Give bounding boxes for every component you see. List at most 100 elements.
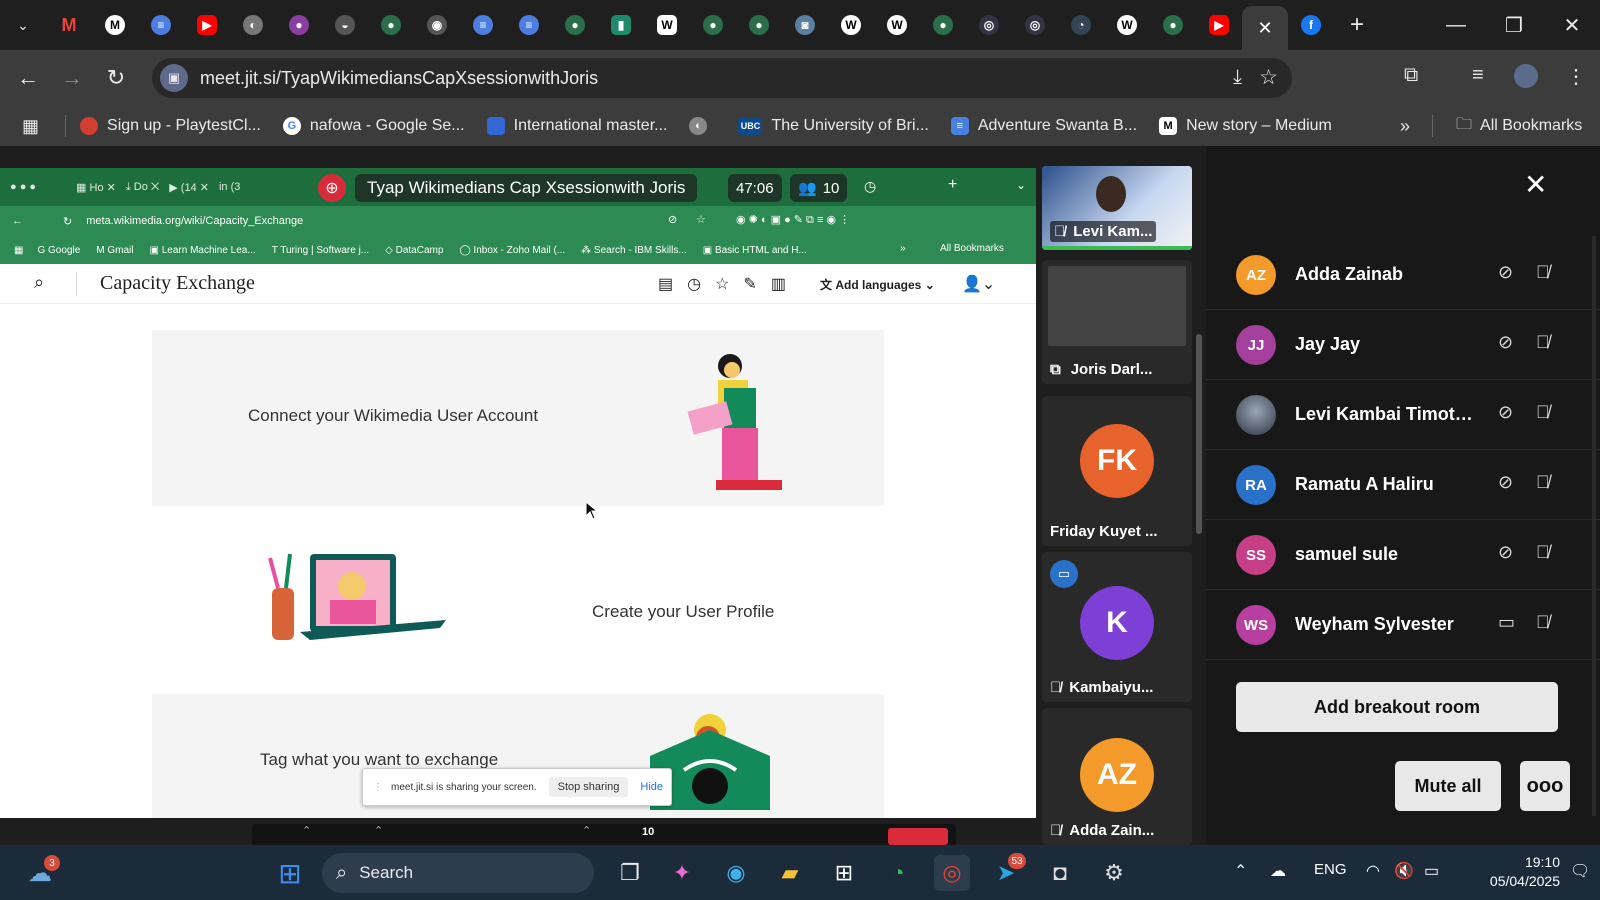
notifications-icon[interactable]: 🗨 [1570, 861, 1590, 881]
chevron-up-icon[interactable]: ⌃ [582, 824, 591, 837]
task-view-button[interactable]: ❐ [612, 855, 648, 891]
tab-app-2[interactable]: ◒ [322, 0, 368, 50]
bookmark-international[interactable]: International master... [486, 117, 667, 135]
reload-button[interactable]: ↻ [94, 58, 138, 98]
thumb-friday[interactable]: FK Friday Kuyet ... [1042, 396, 1192, 546]
weather-widget[interactable]: ☁ 3 [22, 855, 60, 891]
participant-row[interactable]: JJ Jay Jay ⊘ 🎙̸ [1206, 310, 1600, 380]
scrollbar-thumb[interactable] [1196, 334, 1202, 534]
bookmark-adventure[interactable]: ≡ Adventure Swanta B... [950, 117, 1137, 135]
new-tab-button[interactable]: + [1334, 0, 1380, 50]
bookmark-globe[interactable]: ◐ [689, 117, 716, 135]
thumb-kambaiyu[interactable]: ▭ K 🎙̸ Kambaiyu... [1042, 552, 1192, 702]
tab-wikipedia-2[interactable]: W [828, 0, 874, 50]
tab-wikipedia-3[interactable]: W [874, 0, 920, 50]
participant-row[interactable]: Levi Kambai Timoth... ⊘ 🎙̸ [1206, 380, 1600, 450]
tab-medium[interactable]: M [92, 0, 138, 50]
tab-gmail[interactable]: M [46, 0, 92, 50]
site-info-icon[interactable]: ▣ [160, 64, 188, 92]
menu-kebab-icon[interactable]: ⋮ [1566, 64, 1586, 89]
taskbar-search[interactable]: ⌕ Search [322, 853, 594, 893]
volume-muted-icon[interactable]: 🔇 [1394, 861, 1414, 881]
participant-count[interactable]: 👥 10 [790, 174, 848, 202]
restore-button[interactable]: ❐ [1486, 0, 1542, 50]
minimize-button[interactable]: — [1428, 0, 1484, 50]
tab-app-1[interactable]: ● [276, 0, 322, 50]
forward-button[interactable]: → [50, 58, 94, 98]
tab-app-7[interactable]: ● [690, 0, 736, 50]
tab-jitsi-active[interactable]: ✕ [1242, 6, 1288, 50]
thumb-joris[interactable]: ⧉ Joris Darl... [1042, 260, 1192, 384]
participant-row[interactable]: RA Ramatu A Haliru ⊘ 🎙̸ [1206, 450, 1600, 520]
chevron-up-icon[interactable]: ⌃ [302, 824, 311, 837]
language-indicator[interactable]: ENG [1314, 861, 1347, 878]
chrome-button[interactable]: ◎ [934, 855, 970, 891]
whatsapp-button[interactable]: ◔ [880, 855, 916, 891]
tab-app-3[interactable]: ● [368, 0, 414, 50]
tab-docs-2[interactable]: ≡ [460, 0, 506, 50]
tab-app-8[interactable]: ● [736, 0, 782, 50]
install-app-icon[interactable]: ⤓ [1233, 66, 1242, 89]
profile-avatar[interactable] [1514, 64, 1538, 88]
tab-globe[interactable]: ◐ [230, 0, 276, 50]
tab-app-6[interactable]: ▮ [598, 0, 644, 50]
panel-scrollbar[interactable] [1592, 236, 1596, 816]
leave-button[interactable] [888, 828, 948, 845]
store-button[interactable]: ⊞ [826, 855, 862, 891]
participant-row[interactable]: SS samuel sule ⊘ 🎙̸ [1206, 520, 1600, 590]
all-bookmarks[interactable]: 🗀 All Bookmarks [1456, 113, 1582, 140]
file-explorer-button[interactable]: ▰ [772, 855, 808, 891]
participant-row[interactable]: WS Weyham Sylvester ▭ 🎙̸ [1206, 590, 1600, 660]
wifi-icon[interactable]: ◠ [1366, 861, 1380, 881]
filmstrip-scrollbar[interactable] [1196, 254, 1202, 844]
hide-link[interactable]: Hide [640, 781, 663, 793]
tab-youtube-2[interactable]: ▶ [1196, 0, 1242, 50]
tab-docs[interactable]: ≡ [138, 0, 184, 50]
tab-facebook[interactable]: f [1288, 0, 1334, 50]
tab-docs-3[interactable]: ≡ [506, 0, 552, 50]
more-bookmarks-icon[interactable]: » [1400, 116, 1410, 137]
tab-app-5[interactable]: ● [552, 0, 598, 50]
tab-app-12[interactable]: ◎ [1012, 0, 1058, 50]
mute-all-button[interactable]: Mute all [1395, 761, 1501, 811]
thumb-adda[interactable]: AZ 🎙̸ Adda Zain... [1042, 708, 1192, 845]
settings-button[interactable]: ⚙ [1096, 855, 1132, 891]
bookmark-ubc[interactable]: UBC The University of Bri... [738, 117, 929, 135]
tab-app-14[interactable]: ● [1150, 0, 1196, 50]
address-bar[interactable]: ▣ meet.jit.si/TyapWikimediansCapXsession… [152, 58, 1292, 98]
close-panel-button[interactable]: ✕ [1524, 168, 1547, 201]
tab-app-4[interactable]: ◉ [414, 0, 460, 50]
thumb-levi[interactable]: 🎙̸ Levi Kam... [1042, 166, 1192, 250]
tab-search-button[interactable]: ⌄ [0, 0, 46, 50]
close-icon[interactable]: ✕ [1257, 18, 1272, 39]
tab-wikipedia-4[interactable]: W [1104, 0, 1150, 50]
bookmark-google[interactable]: Gnafowa - Google Se... [282, 117, 465, 135]
add-breakout-room-button[interactable]: Add breakout room [1236, 682, 1558, 732]
bookmark-medium[interactable]: M New story – Medium [1159, 117, 1332, 135]
tab-app-10[interactable]: ● [920, 0, 966, 50]
participant-row[interactable]: AZ Adda Zainab ⊘ 🎙̸ [1206, 240, 1600, 310]
bookmark-star-icon[interactable]: ☆ [1259, 65, 1278, 90]
tab-app-11[interactable]: ◎ [966, 0, 1012, 50]
close-window-button[interactable]: ✕ [1544, 0, 1600, 50]
apps-grid-icon[interactable]: ▦ [22, 116, 39, 137]
more-options-button[interactable]: ooo [1520, 761, 1570, 811]
bookmark-playtest[interactable]: Sign up - PlaytestCl... [80, 117, 261, 135]
telegram-button[interactable]: ➤ 53 [988, 853, 1026, 891]
onedrive-icon[interactable]: ☁ [1270, 861, 1286, 881]
toolbar-participant-count[interactable]: 10 [642, 826, 654, 838]
back-button[interactable]: ← [6, 58, 50, 98]
tab-wikipedia[interactable]: W [644, 0, 690, 50]
chevron-up-icon[interactable]: ⌃ [374, 824, 383, 837]
battery-icon[interactable]: ▭ [1424, 861, 1439, 881]
start-button[interactable]: ⊞ [272, 855, 308, 891]
camera-button[interactable]: ◘ [1042, 855, 1078, 891]
edge-button[interactable]: ◉ [718, 855, 754, 891]
tab-app-13[interactable]: ◔ [1058, 0, 1104, 50]
extensions-icon[interactable]: ⧉ [1404, 64, 1418, 87]
stop-sharing-button[interactable]: Stop sharing [548, 777, 629, 797]
copilot-button[interactable]: ✦ [664, 855, 700, 891]
system-clock[interactable]: 19:10 05/04/2025 [1470, 853, 1560, 891]
media-control-icon[interactable]: ≡ [1472, 64, 1484, 87]
tab-youtube[interactable]: ▶ [184, 0, 230, 50]
